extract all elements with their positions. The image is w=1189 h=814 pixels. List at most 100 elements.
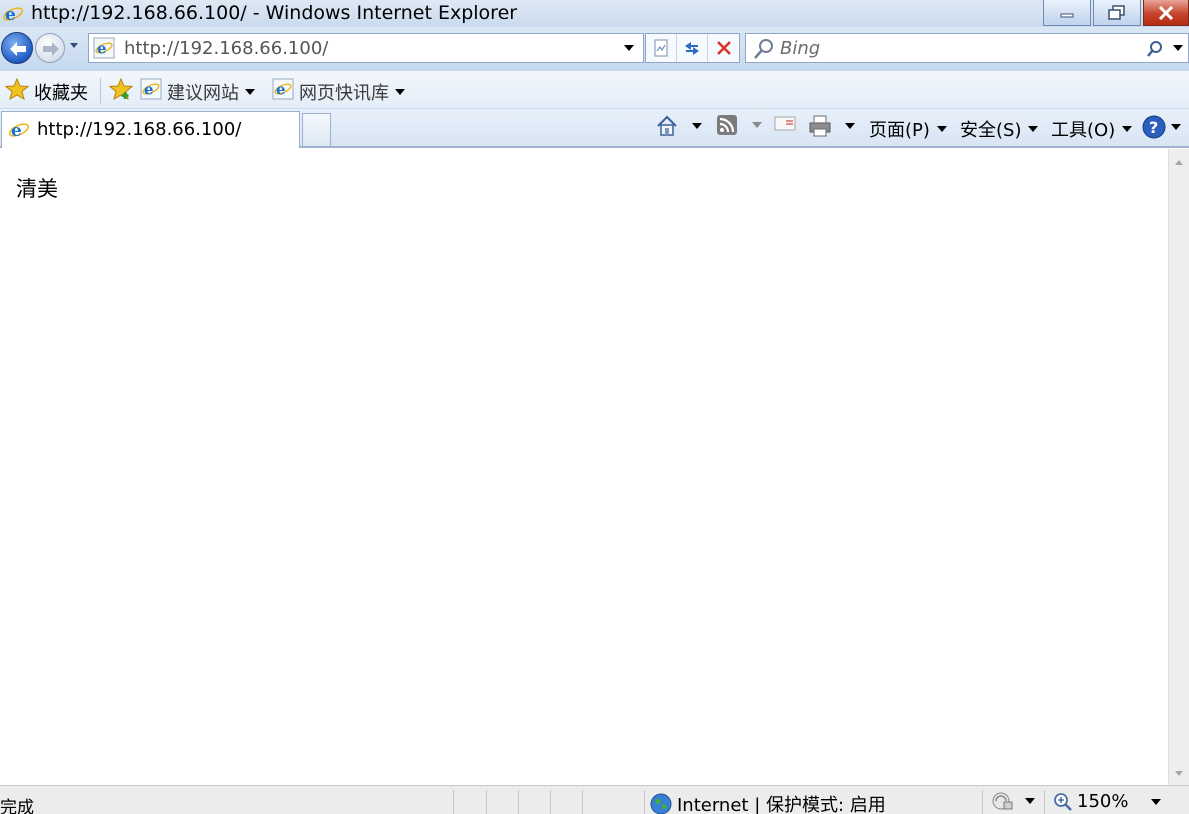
status-divider [453, 790, 454, 814]
feeds-chevron-icon [752, 122, 762, 128]
search-box[interactable]: Bing [745, 33, 1189, 63]
address-dropdown-icon[interactable] [623, 44, 635, 52]
favorites-star-icon [4, 77, 30, 105]
page-menu-label: 页面(P) [869, 120, 930, 141]
page-content: 清美 [0, 149, 1168, 785]
home-button[interactable] [655, 114, 703, 138]
read-mail-button[interactable] [774, 114, 796, 132]
help-button[interactable]: ? [1142, 115, 1182, 139]
tab-active[interactable]: e http://192.168.66.100/ [1, 111, 300, 148]
security-zone[interactable]: Internet | 保护模式: 启用 [650, 791, 886, 814]
print-icon [809, 115, 831, 137]
help-icon: ? [1142, 115, 1166, 139]
status-divider [1044, 790, 1045, 814]
close-button[interactable] [1143, 0, 1189, 26]
tab-command-bar: e http://192.168.66.100/ 页面(P) 安全(S) 工具(… [0, 109, 1189, 148]
stop-button[interactable] [708, 34, 739, 62]
web-slice-gallery-chevron-icon [395, 88, 405, 95]
tools-menu-label: 工具(O) [1051, 120, 1116, 141]
status-bar: 完成 Internet | 保护模式: 启用 150% [0, 785, 1189, 814]
suggested-sites-label: 建议网站 [167, 82, 239, 104]
back-button[interactable] [1, 32, 33, 64]
bing-search-icon [754, 39, 773, 59]
window-title: http://192.168.66.100/ - Windows Interne… [31, 2, 518, 24]
minimize-button[interactable] [1043, 0, 1091, 26]
tools-menu-chevron-icon [1122, 126, 1133, 132]
window-title-bar: e http://192.168.66.100/ - Windows Inter… [0, 0, 1189, 27]
ie-logo-icon: e [2, 3, 24, 25]
rss-feed-icon [717, 115, 737, 135]
address-bar[interactable]: e http://192.168.66.100/ [88, 33, 644, 63]
scroll-down-icon[interactable] [1174, 770, 1184, 777]
zoom-chevron-icon [1151, 798, 1162, 805]
safety-menu-button[interactable]: 安全(S) [960, 116, 1039, 142]
new-tab-button[interactable] [302, 113, 331, 147]
back-icon [10, 42, 26, 56]
refresh-icon [685, 42, 699, 55]
page-menu-button[interactable]: 页面(P) [869, 116, 948, 142]
vertical-scrollbar[interactable] [1168, 149, 1189, 785]
status-text: 完成 [0, 798, 34, 814]
svg-text:e: e [11, 121, 22, 141]
favorites-divider [100, 78, 101, 104]
web-slice-gallery-ie-icon: e [272, 78, 294, 105]
suggested-sites-ie-icon: e [140, 78, 162, 105]
print-chevron-icon [845, 123, 855, 129]
svg-text:e: e [144, 81, 154, 99]
add-to-favorites-bar-button[interactable] [108, 77, 138, 105]
web-slice-gallery-button[interactable]: e 网页快讯库 [272, 78, 406, 105]
tab-label: http://192.168.66.100/ [37, 119, 242, 140]
favorites-label: 收藏夹 [34, 82, 88, 104]
forward-icon [43, 42, 59, 56]
safety-menu-chevron-icon [1028, 126, 1039, 132]
scroll-up-icon[interactable] [1174, 159, 1184, 166]
restore-icon [1108, 4, 1125, 20]
web-slice-gallery-label: 网页快讯库 [299, 82, 389, 104]
favorites-button[interactable]: 收藏夹 [4, 77, 88, 105]
feeds-button[interactable] [716, 114, 763, 136]
tab-ie-icon: e [8, 119, 30, 141]
compatibility-view-button[interactable] [646, 34, 677, 62]
status-divider [486, 790, 487, 814]
status-divider [518, 790, 519, 814]
print-button[interactable] [808, 114, 856, 138]
home-chevron-icon [692, 123, 702, 129]
home-icon [657, 115, 677, 136]
search-icon[interactable] [1146, 40, 1164, 58]
add-favorite-star-icon [108, 77, 134, 105]
restore-button[interactable] [1093, 0, 1141, 26]
safety-menu-label: 安全(S) [960, 120, 1022, 141]
refresh-button[interactable] [677, 34, 708, 62]
globe-icon [650, 793, 672, 814]
svg-text:e: e [5, 5, 16, 25]
status-divider [550, 790, 551, 814]
help-chevron-icon [1171, 124, 1181, 130]
search-input[interactable]: Bing [780, 38, 820, 59]
page-ie-icon: e [93, 37, 115, 59]
navigation-bar: e http://192.168.66.100/ Bing [0, 27, 1189, 71]
svg-text:?: ? [1149, 118, 1158, 137]
status-divider [982, 790, 983, 814]
recent-pages-chevron-icon[interactable] [69, 41, 79, 49]
close-icon [1158, 5, 1174, 20]
minimize-icon [1060, 13, 1074, 17]
svg-text:e: e [276, 81, 286, 99]
zoom-control[interactable]: 150% [1053, 791, 1166, 812]
search-options-chevron-icon[interactable] [1172, 44, 1184, 52]
read-mail-icon [774, 116, 796, 131]
tools-menu-button[interactable]: 工具(O) [1051, 116, 1133, 142]
favorites-bar: 收藏夹 e 建议网站 e 网页快讯库 [0, 71, 1189, 109]
svg-text:e: e [97, 40, 107, 58]
zoom-icon [1054, 792, 1072, 811]
popup-blocker-button[interactable] [990, 791, 1036, 811]
compatibility-view-icon [654, 39, 668, 57]
page-text: 清美 [16, 177, 58, 201]
suggested-sites-chevron-icon [245, 88, 255, 95]
zoom-level: 150% [1077, 791, 1129, 812]
stop-icon [716, 41, 731, 55]
privacy-icon [992, 792, 1013, 810]
forward-button[interactable] [35, 33, 65, 63]
suggested-sites-button[interactable]: e 建议网站 [140, 78, 256, 105]
address-input[interactable]: http://192.168.66.100/ [124, 38, 328, 59]
privacy-chevron-icon [1025, 798, 1035, 804]
